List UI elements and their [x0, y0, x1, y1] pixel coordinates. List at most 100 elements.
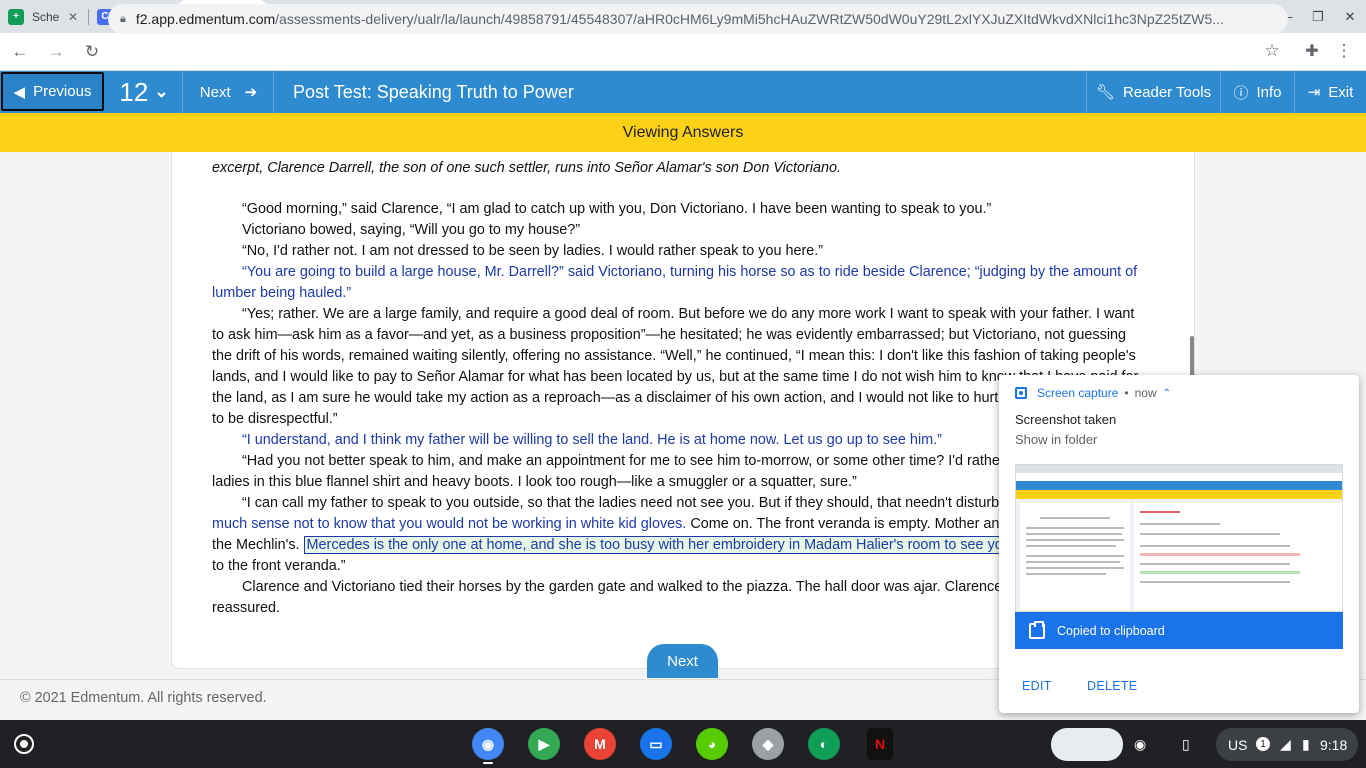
browser-toolbar: ← → ↻ [0, 33, 1366, 71]
back-icon[interactable]: ← [4, 36, 36, 68]
notification-app-name: Screen capture [1037, 386, 1119, 400]
maximize-icon[interactable]: ❐ [1302, 0, 1334, 33]
green-app-icon[interactable]: ◐ [808, 728, 840, 760]
thumb-line [1026, 545, 1116, 547]
chrome-menu-icon[interactable]: ⋮ [1332, 38, 1356, 64]
reader-tools-button[interactable]: 🔧︎ Reader Tools [1086, 71, 1220, 113]
battery-icon: ▮ [1302, 736, 1310, 752]
files-icon[interactable]: ▭ [640, 728, 672, 760]
thumb-line [1040, 517, 1110, 519]
tab-title: Sche [32, 9, 60, 24]
wifi-icon: ◢ [1280, 736, 1291, 752]
text-span: “I can call my father to speak to you ou… [242, 495, 1126, 511]
gmail-icon[interactable]: M [584, 728, 616, 760]
exit-button[interactable]: ⇥ Exit [1294, 71, 1366, 113]
paragraph: “No, I'd rather not. I am not dressed to… [242, 243, 824, 259]
extensions-icon[interactable]: ✚ [1298, 38, 1326, 64]
paragraph: “Good morning,” said Clarence, “I am gla… [242, 201, 992, 217]
phone-hub-icon[interactable]: ▯ [1182, 728, 1190, 761]
thumb-line [1140, 533, 1280, 535]
play-store-icon[interactable]: ▶ [528, 728, 560, 760]
thumb-line [1026, 533, 1122, 535]
locale-indicator: US [1228, 736, 1248, 753]
launcher-icon[interactable] [14, 734, 34, 754]
highlighted-sentence[interactable]: much sense not to know that you would no… [212, 516, 686, 532]
thumb-addressbar [1016, 473, 1342, 481]
thumb-line [1140, 511, 1180, 513]
next-label: Next [199, 83, 231, 101]
next-bottom-button[interactable]: Next [647, 644, 718, 678]
chrome-icon[interactable]: ◉ [472, 728, 504, 760]
edit-button[interactable]: EDIT [1022, 679, 1052, 693]
assessment-header: ◀ Previous 12 ⌄ Next ➔ Post Test: Speaki… [0, 71, 1366, 113]
media-controls-icon[interactable]: ◉ [1134, 728, 1146, 761]
info-icon: ⓘ [1233, 84, 1249, 102]
thumb-line [1026, 555, 1124, 557]
exit-icon: ⇥ [1307, 84, 1321, 101]
lock-icon: 🔒︎ [120, 12, 126, 25]
thumb-tabstrip [1016, 465, 1342, 473]
previous-label: Previous [33, 83, 92, 100]
running-indicator [483, 762, 493, 764]
chevron-up-icon[interactable]: ⌃ [1163, 388, 1171, 399]
next-button[interactable]: Next ➔ [184, 71, 274, 113]
holding-space-thumbnail[interactable] [1051, 728, 1123, 761]
duolingo-icon[interactable]: ◕ [696, 728, 728, 760]
passage-intro: excerpt, Clarence Darrell, the son of on… [212, 160, 842, 176]
reload-icon[interactable]: ↻ [76, 36, 108, 68]
thumb-line [1140, 581, 1290, 583]
delete-button[interactable]: DELETE [1087, 679, 1137, 693]
correct-answer-sentence[interactable]: Mercedes is the only one at home, and sh… [303, 536, 1018, 554]
screenshot-notification[interactable]: Screen capture • now ⌃ Screenshot taken … [999, 375, 1359, 713]
thumb-line [1140, 571, 1300, 574]
wrench-icon: 🔧︎ [1095, 84, 1115, 101]
thumb-line [1140, 545, 1290, 547]
notification-time: now [1134, 386, 1157, 400]
paragraph: Victoriano bowed, saying, “Will you go t… [242, 222, 581, 238]
thumb-line [1026, 561, 1120, 563]
browser-tab[interactable]: + Sche ✕ [0, 0, 89, 33]
question-number-dropdown[interactable]: 12 ⌄ [106, 71, 183, 113]
notification-title: Screenshot taken [1015, 412, 1117, 427]
clipboard-label: Copied to clipboard [1057, 623, 1165, 638]
thumb-line [1026, 573, 1106, 575]
highlighted-paragraph: “You are going to build a large house, M… [212, 264, 1138, 301]
roblox-icon[interactable]: ◆ [752, 728, 784, 760]
clock: 9:18 [1320, 736, 1348, 753]
question-number: 12 [119, 76, 149, 107]
info-button[interactable]: ⓘ Info [1220, 71, 1294, 113]
address-bar[interactable]: 🔒︎ f2.app.edmentum.com/assessments-deliv… [108, 4, 1288, 34]
thumb-line [1026, 527, 1124, 529]
copied-to-clipboard-bar: Copied to clipboard [1015, 612, 1343, 649]
thumb-header [1016, 481, 1342, 490]
forward-icon[interactable]: → [40, 36, 72, 68]
netflix-icon[interactable]: N [867, 728, 893, 760]
arrow-left-circle-icon: ◀ [13, 83, 26, 101]
tab-close-icon[interactable]: ✕ [65, 10, 81, 24]
thumb-line [1140, 563, 1290, 565]
previous-button[interactable]: ◀ Previous [1, 72, 104, 111]
thumb-right-pane [1134, 503, 1342, 611]
notification-header: Screen capture • now ⌃ [1015, 386, 1171, 400]
test-title: Post Test: Speaking Truth to Power [293, 81, 574, 102]
close-window-icon[interactable]: ✕ [1334, 0, 1366, 33]
thumb-banner [1016, 490, 1342, 499]
scrollbar-thumb[interactable] [1190, 336, 1194, 380]
chevron-down-icon: ⌄ [154, 82, 169, 101]
thumb-line [1140, 523, 1220, 525]
thumb-line [1026, 567, 1124, 569]
clipboard-icon [1029, 620, 1045, 639]
url-path: /assessments-delivery/ualr/la/launch/498… [275, 11, 1224, 27]
copyright-text: © 2021 Edmentum. All rights reserved. [20, 690, 267, 706]
notification-separator: • [1124, 386, 1129, 400]
thumb-line [1026, 539, 1124, 541]
bookmark-star-icon[interactable]: ☆ [1260, 38, 1284, 64]
show-in-folder-link[interactable]: Show in folder [1015, 432, 1097, 447]
reader-tools-label: Reader Tools [1122, 83, 1212, 101]
screen-capture-icon [1015, 387, 1027, 399]
thumb-left-pane [1020, 503, 1130, 611]
arrow-right-circle-icon: ➔ [244, 84, 258, 101]
notification-count-badge: 1 [1256, 737, 1270, 751]
exit-label: Exit [1328, 83, 1354, 101]
screenshot-thumbnail[interactable] [1015, 464, 1343, 612]
